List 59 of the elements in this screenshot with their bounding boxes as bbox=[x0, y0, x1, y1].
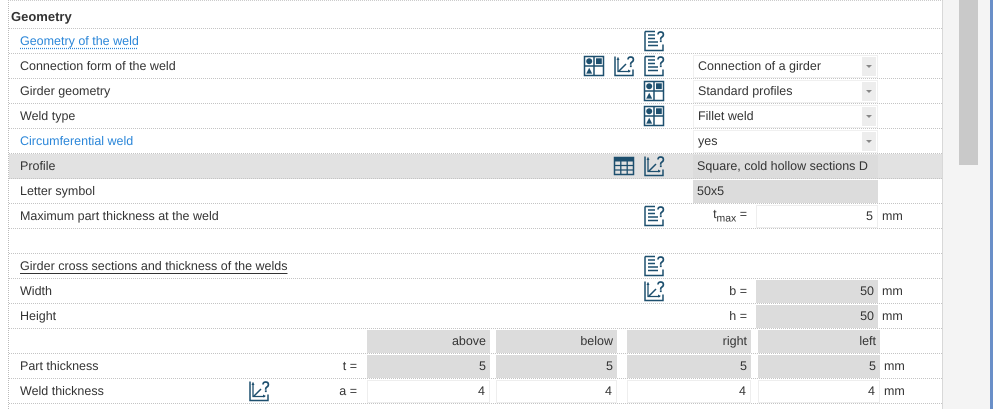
input-field[interactable]: 5 bbox=[756, 204, 878, 228]
symbol-label: t$_{max}$ = bbox=[713, 207, 748, 225]
unit-label: mm bbox=[883, 384, 906, 398]
unit-label: mm bbox=[883, 359, 906, 373]
dropdown[interactable]: Fillet weld bbox=[693, 104, 878, 128]
field-label: Weld thickness bbox=[19, 384, 105, 398]
help-document-icon[interactable] bbox=[643, 255, 665, 277]
column-header: left bbox=[758, 330, 880, 352]
field-label: Girder geometry bbox=[20, 84, 110, 98]
readonly-field: 5 bbox=[758, 354, 880, 378]
unit-label: mm bbox=[881, 284, 904, 298]
readonly-field: 5 bbox=[496, 354, 617, 378]
field-label: Profile bbox=[20, 159, 56, 173]
shapes-grid-icon[interactable] bbox=[643, 105, 665, 127]
input-field[interactable]: 4 bbox=[367, 380, 490, 402]
field-label: Width bbox=[20, 284, 52, 298]
readonly-field: 50 bbox=[756, 280, 878, 302]
table-icon[interactable] bbox=[613, 155, 635, 177]
chart-help-icon[interactable] bbox=[613, 55, 635, 77]
help-document-icon[interactable] bbox=[643, 205, 665, 227]
unit-label: mm bbox=[881, 309, 904, 323]
field-label: Letter symbol bbox=[20, 184, 96, 198]
chart-help-icon[interactable] bbox=[248, 380, 270, 402]
column-header: above bbox=[367, 330, 490, 352]
link[interactable]: Geometry of the weld bbox=[20, 34, 139, 48]
scrollbar-thumb[interactable] bbox=[959, 0, 978, 165]
readonly-field: 5 bbox=[627, 354, 751, 378]
input-field[interactable]: 4 bbox=[758, 380, 880, 402]
dropdown[interactable]: Connection of a girder bbox=[693, 54, 878, 78]
symbol-label: b = bbox=[729, 284, 748, 298]
column-header: below bbox=[496, 330, 617, 352]
help-document-icon[interactable] bbox=[643, 30, 665, 52]
readonly-field: 50x5 bbox=[693, 180, 878, 202]
field-label: Part thickness bbox=[19, 359, 100, 373]
input-field[interactable]: 4 bbox=[496, 380, 617, 402]
dropdown[interactable]: yes bbox=[693, 130, 878, 152]
readonly-field: 5 bbox=[367, 354, 490, 378]
link[interactable]: Circumferential weld bbox=[20, 134, 134, 148]
field-label: Weld type bbox=[20, 109, 76, 123]
field-label: Connection form of the weld bbox=[20, 59, 176, 73]
scrollbar-track[interactable] bbox=[943, 0, 993, 409]
shapes-grid-icon[interactable] bbox=[583, 55, 605, 77]
symbol-label: h = bbox=[729, 309, 748, 323]
chart-help-icon[interactable] bbox=[643, 280, 665, 302]
field-label: Maximum part thickness at the weld bbox=[20, 209, 219, 223]
symbol-label: t = bbox=[342, 359, 358, 373]
shapes-grid-icon[interactable] bbox=[643, 80, 665, 102]
unit-label: mm bbox=[881, 209, 904, 223]
help-document-icon[interactable] bbox=[643, 55, 665, 77]
readonly-field: Square, cold hollow sections D bbox=[693, 154, 878, 178]
dropdown[interactable]: Standard profiles bbox=[693, 80, 878, 102]
section-heading: Geometry bbox=[11, 8, 72, 24]
field-label: Girder cross sections and thickness of the welds bbox=[20, 259, 288, 273]
column-header: right bbox=[627, 330, 751, 352]
input-field[interactable]: 4 bbox=[627, 380, 751, 402]
field-label: Height bbox=[20, 309, 56, 323]
readonly-field: 50 bbox=[756, 304, 878, 328]
chart-help-icon[interactable] bbox=[643, 155, 665, 177]
symbol-label: a = bbox=[339, 384, 358, 398]
